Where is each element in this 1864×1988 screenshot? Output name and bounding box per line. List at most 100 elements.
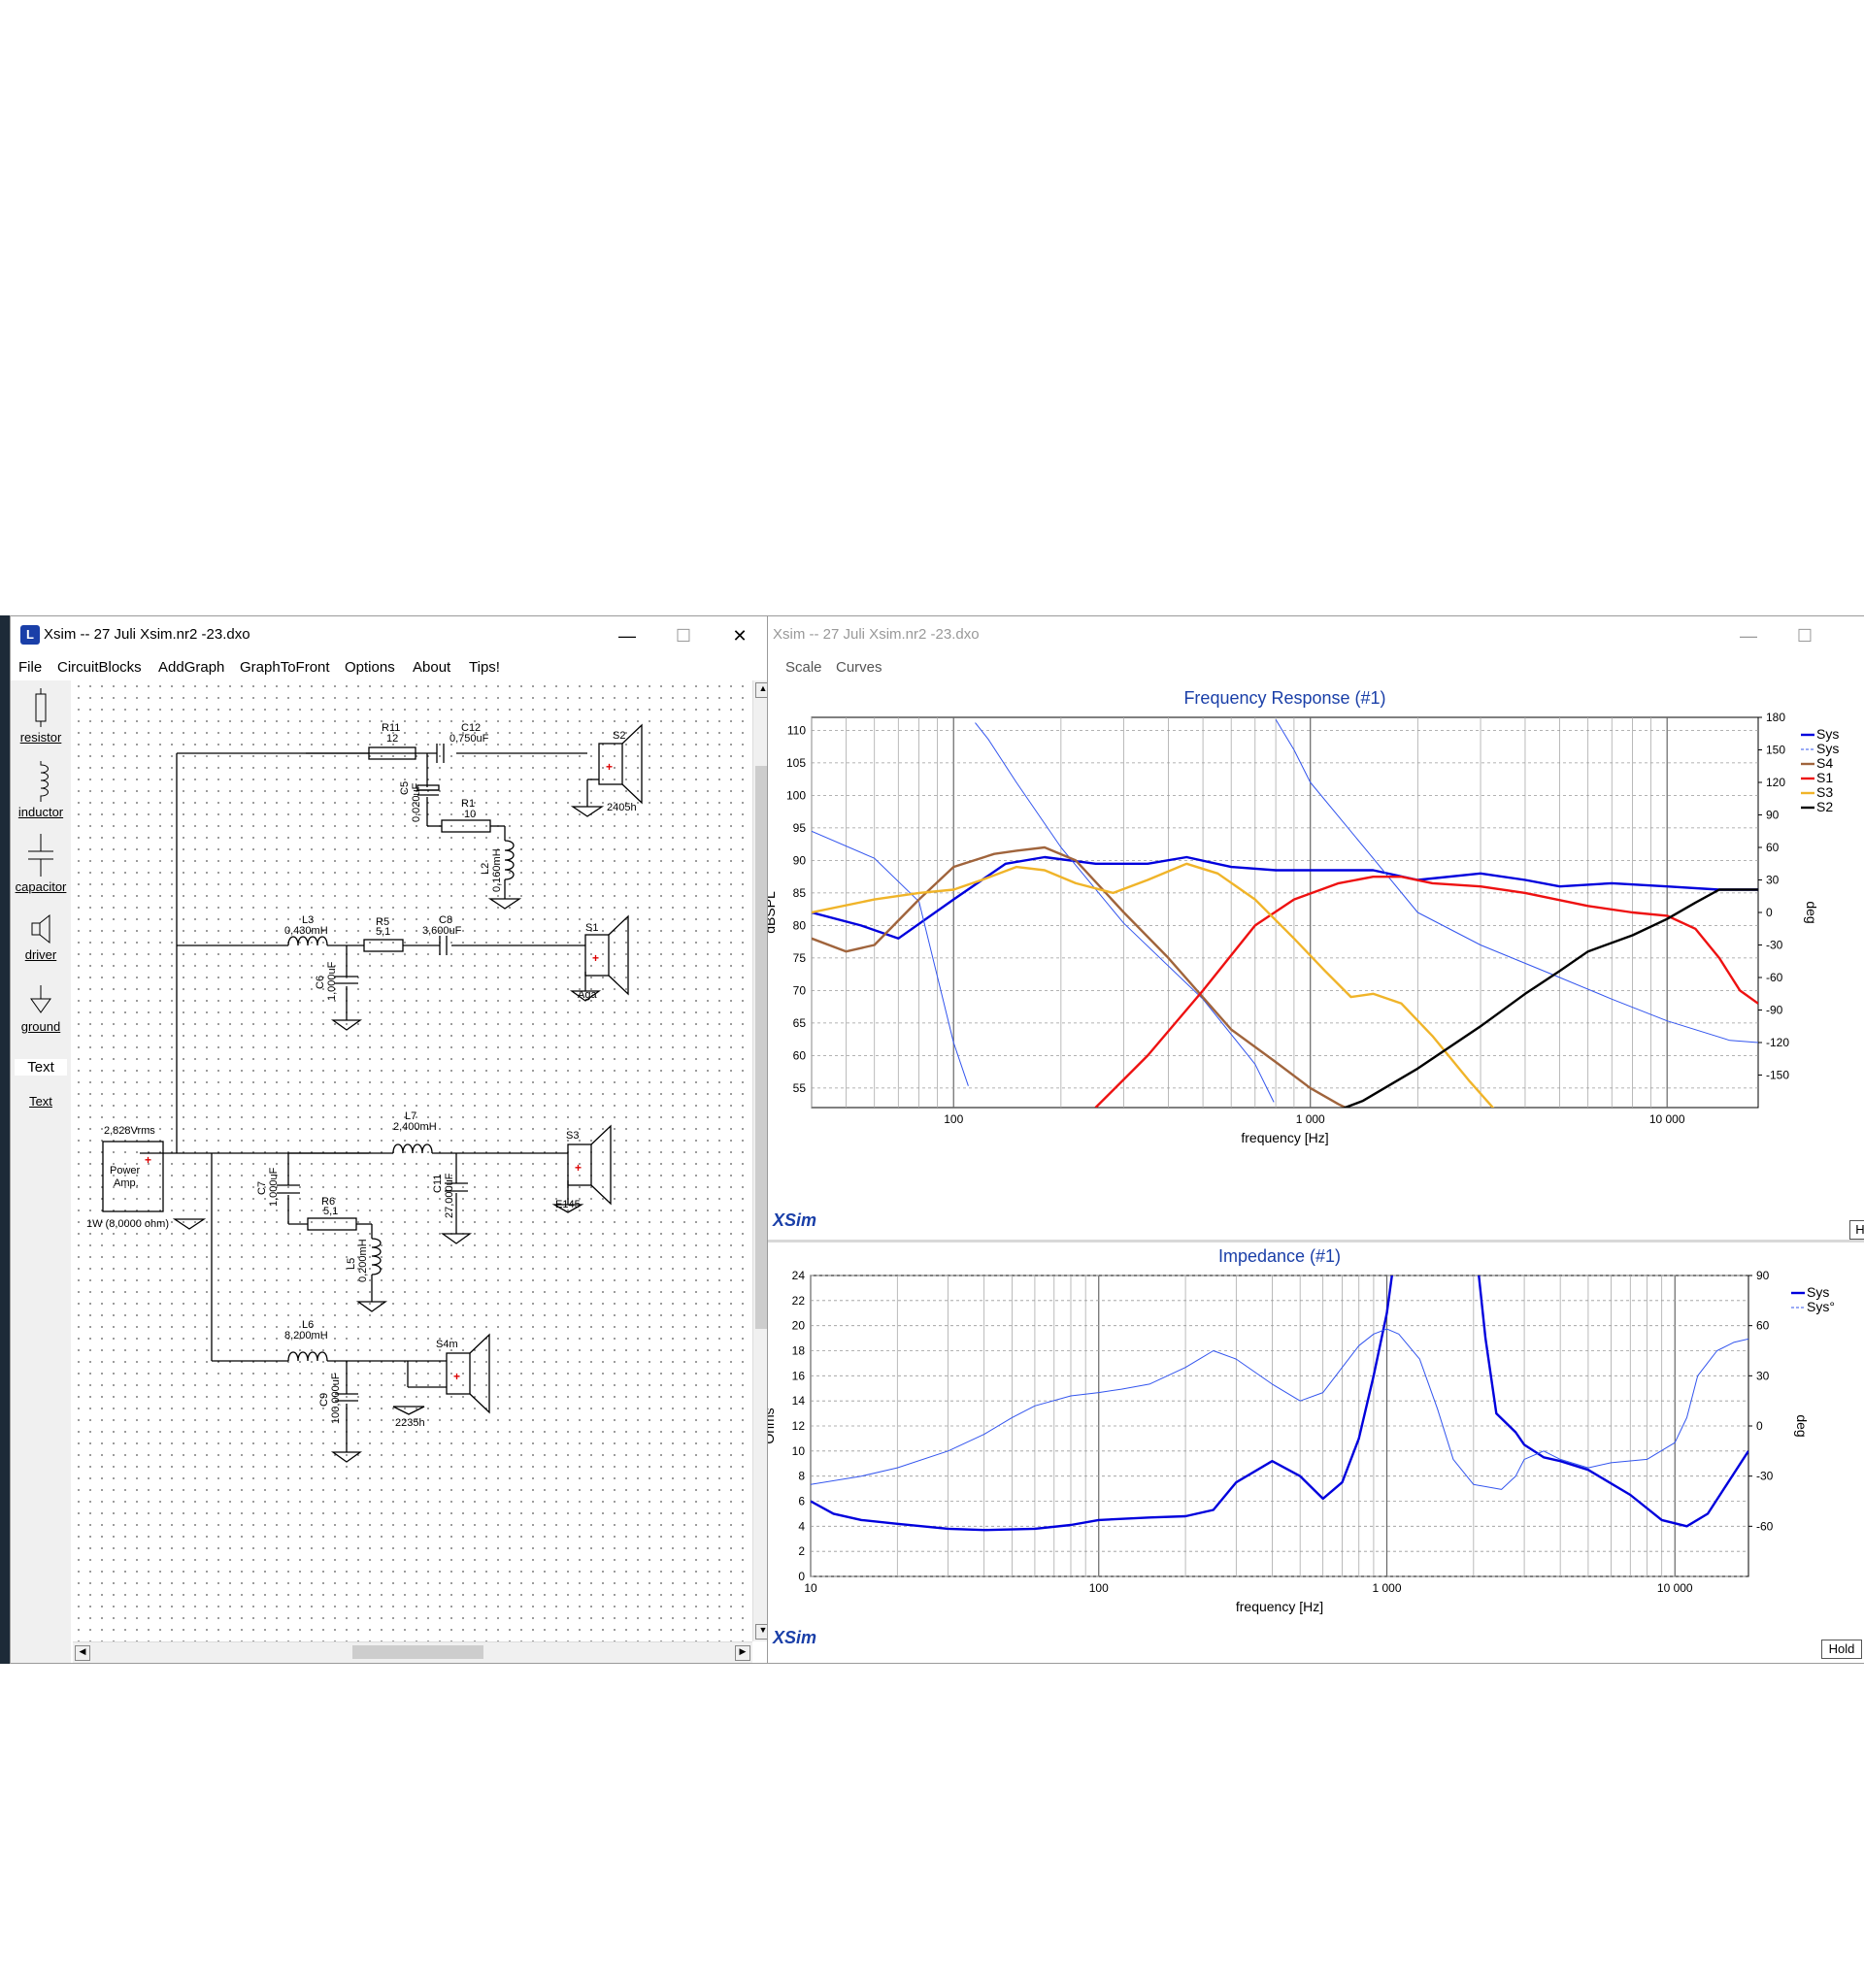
horizontal-scrollbar[interactable]: ◀ ▶ bbox=[73, 1641, 752, 1663]
xsim-logo: XSim bbox=[773, 1628, 817, 1647]
x-tick-label: 100 bbox=[1089, 1581, 1109, 1595]
svg-text:0,430mH: 0,430mH bbox=[284, 925, 328, 937]
svg-text:C7: C7 bbox=[256, 1181, 268, 1195]
frequency-response-chart[interactable]: Frequency Response (#1) 110 105 100 95 90 85 80… bbox=[768, 680, 1864, 1176]
svg-text:C9: C9 bbox=[318, 1393, 330, 1407]
svg-text:2,828Vrms: 2,828Vrms bbox=[104, 1125, 155, 1137]
title-bar: Xsim -- 27 Juli Xsim.nr2 -23.dxo — ☐ bbox=[768, 616, 1864, 655]
maximize-button[interactable]: ☐ bbox=[1777, 616, 1833, 655]
y2-axis-label: deg bbox=[1794, 1414, 1810, 1437]
y-tick-label: 16 bbox=[792, 1369, 806, 1382]
y-axis-label: Ohms bbox=[768, 1408, 777, 1443]
svg-text:0,160mH: 0,160mH bbox=[491, 848, 503, 892]
svg-text:S1: S1 bbox=[585, 922, 598, 934]
xsim-app-icon: L bbox=[20, 625, 40, 645]
y2-tick-label: 180 bbox=[1766, 711, 1785, 724]
scroll-left-icon[interactable]: ◀ bbox=[75, 1645, 90, 1661]
tool-inductor[interactable]: inductor bbox=[15, 761, 67, 819]
legend-label: Sys bbox=[1807, 1284, 1829, 1300]
svg-text:12: 12 bbox=[386, 733, 398, 745]
tool-ground[interactable]: ground bbox=[15, 985, 67, 1034]
minimize-button[interactable]: — bbox=[1720, 616, 1777, 655]
graph-window: Xsim -- 27 Juli Xsim.nr2 -23.dxo — ☐ Sca… bbox=[767, 615, 1864, 1664]
svg-text:1W (8,0000 ohm): 1W (8,0000 ohm) bbox=[86, 1218, 169, 1230]
scroll-right-icon[interactable]: ▶ bbox=[735, 1645, 750, 1661]
minimize-button[interactable]: — bbox=[599, 616, 655, 655]
svg-text:C5: C5 bbox=[399, 781, 411, 795]
legend-label: Sys bbox=[1816, 741, 1839, 756]
y-tick-label: 75 bbox=[793, 951, 807, 965]
resistor-icon bbox=[35, 688, 47, 727]
scroll-thumb[interactable] bbox=[352, 1645, 483, 1659]
inductor-icon bbox=[40, 761, 49, 802]
y2-tick-label: 120 bbox=[1766, 776, 1785, 789]
y2-tick-label: -60 bbox=[1766, 971, 1783, 984]
tool-label: capacitor bbox=[15, 879, 67, 894]
hold-button[interactable]: H bbox=[1849, 1220, 1864, 1240]
y-tick-label: 70 bbox=[793, 983, 807, 997]
tool-text-box[interactable]: Text bbox=[15, 1059, 67, 1076]
tool-text[interactable]: Text bbox=[15, 1094, 67, 1109]
menu-bar: Scale Curves bbox=[768, 655, 1864, 680]
tool-label: resistor bbox=[19, 730, 62, 745]
svg-text:0,200mH: 0,200mH bbox=[357, 1239, 369, 1282]
ground-icon bbox=[30, 985, 51, 1013]
menu-options[interactable]: Options bbox=[345, 659, 395, 676]
y-tick-label: 105 bbox=[786, 756, 806, 770]
svg-text:+: + bbox=[606, 760, 613, 774]
hold-button[interactable]: Hold bbox=[1821, 1640, 1862, 1659]
x-tick-label: 1 000 bbox=[1296, 1112, 1325, 1126]
svg-text:S4m: S4m bbox=[436, 1339, 458, 1350]
legend-label: S3 bbox=[1816, 784, 1833, 800]
y-tick-label: 65 bbox=[793, 1016, 807, 1030]
y-tick-label: 12 bbox=[792, 1419, 806, 1433]
y-tick-label: 4 bbox=[798, 1519, 805, 1533]
svg-text:100,000uF: 100,000uF bbox=[330, 1373, 342, 1424]
maximize-button[interactable]: ☐ bbox=[655, 616, 712, 655]
tool-label: inductor bbox=[17, 805, 64, 819]
svg-text:0,750uF: 0,750uF bbox=[449, 733, 489, 745]
svg-text:E145: E145 bbox=[555, 1199, 581, 1210]
y-tick-label: 2 bbox=[798, 1544, 805, 1558]
y-tick-label: 24 bbox=[792, 1269, 806, 1282]
tool-capacitor[interactable]: capacitor bbox=[15, 834, 67, 894]
y-tick-label: 20 bbox=[792, 1319, 806, 1333]
y2-tick-label: -60 bbox=[1756, 1519, 1774, 1533]
y-tick-label: 95 bbox=[793, 821, 807, 835]
svg-text:L5: L5 bbox=[346, 1258, 357, 1270]
schematic-canvas[interactable]: +++++ R11 12 C12 0,750uF S2 2405h C5 0,0… bbox=[73, 680, 752, 1641]
svg-text:+: + bbox=[453, 1370, 460, 1383]
close-button[interactable]: ✕ bbox=[712, 616, 768, 655]
svg-text:C6: C6 bbox=[315, 976, 326, 989]
svg-text:+: + bbox=[575, 1161, 582, 1175]
capacitor-icon bbox=[28, 834, 53, 877]
menu-tips[interactable]: Tips! bbox=[469, 659, 500, 676]
svg-text:8,200mH: 8,200mH bbox=[284, 1330, 328, 1342]
svg-text:Amp.: Amp. bbox=[114, 1177, 139, 1189]
component-toolbox: resistor inductor capacitor driver groun… bbox=[11, 680, 71, 1663]
x-axis-label: frequency [Hz] bbox=[1241, 1130, 1328, 1145]
menu-file[interactable]: File bbox=[18, 659, 42, 676]
tool-driver[interactable]: driver bbox=[15, 913, 67, 962]
impedance-chart[interactable]: Impedance (#1)24222018161412108642090603… bbox=[768, 1242, 1864, 1631]
svg-text:2,400mH: 2,400mH bbox=[393, 1121, 437, 1133]
menu-scale[interactable]: Scale bbox=[785, 659, 822, 676]
y2-tick-label: 150 bbox=[1766, 744, 1785, 757]
menu-curves[interactable]: Curves bbox=[836, 659, 882, 676]
tool-resistor[interactable]: resistor bbox=[15, 688, 67, 745]
tool-label: driver bbox=[24, 947, 57, 962]
menu-addgraph[interactable]: AddGraph bbox=[158, 659, 224, 676]
window-title: Xsim -- 27 Juli Xsim.nr2 -23.dxo bbox=[44, 626, 250, 643]
menu-circuitblocks[interactable]: CircuitBlocks bbox=[57, 659, 142, 676]
y2-tick-label: -30 bbox=[1766, 939, 1783, 952]
y-tick-label: 90 bbox=[793, 853, 807, 867]
menu-graphtofront[interactable]: GraphToFront bbox=[240, 659, 330, 676]
y-axis-label: dBSPL bbox=[768, 891, 778, 934]
legend-label: S2 bbox=[1816, 799, 1833, 814]
y-tick-label: 100 bbox=[786, 788, 806, 802]
svg-text:+: + bbox=[592, 951, 599, 965]
xsim-logo: XSim bbox=[773, 1210, 817, 1230]
schematic-window: L Xsim -- 27 Juli Xsim.nr2 -23.dxo — ☐ ✕… bbox=[10, 615, 769, 1664]
svg-text:10: 10 bbox=[464, 809, 476, 820]
menu-about[interactable]: About bbox=[413, 659, 450, 676]
